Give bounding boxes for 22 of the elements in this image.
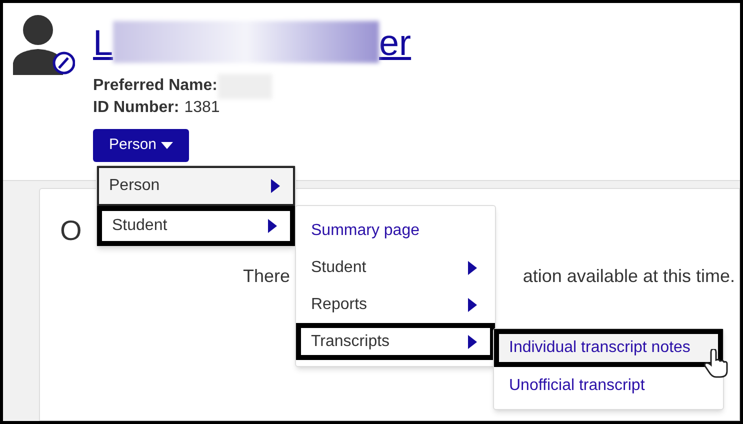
person-dropdown-button[interactable]: Person [93,129,189,162]
menu-item[interactable]: Summary page [296,212,495,249]
student-name-link[interactable]: er [379,25,412,61]
menu-item[interactable]: Person [97,166,295,206]
overview-heading: O [60,217,82,245]
info-message: There [243,265,290,288]
submenu-arrow-icon [271,179,280,193]
menu-item[interactable]: Unofficial transcript [494,367,723,405]
menu-item[interactable]: Individual transcript notes [494,329,723,367]
menu-item[interactable]: Reports [296,286,495,323]
id-number-value: 1381 [184,98,220,118]
preferred-name-label: Preferred Name: [93,76,218,96]
caret-icon [160,142,173,150]
submenu-arrow-icon [468,334,477,348]
menu-item[interactable]: Student [97,206,295,246]
student-name-link[interactable]: L [93,25,114,61]
menu-item[interactable]: Student [296,249,495,286]
id-number-label: ID Number: [93,98,180,118]
submenu-arrow-icon [268,219,277,233]
submenu-arrow-icon [468,298,477,312]
info-message: ation available at this time. [522,265,735,288]
submenu-arrow-icon [468,260,477,274]
